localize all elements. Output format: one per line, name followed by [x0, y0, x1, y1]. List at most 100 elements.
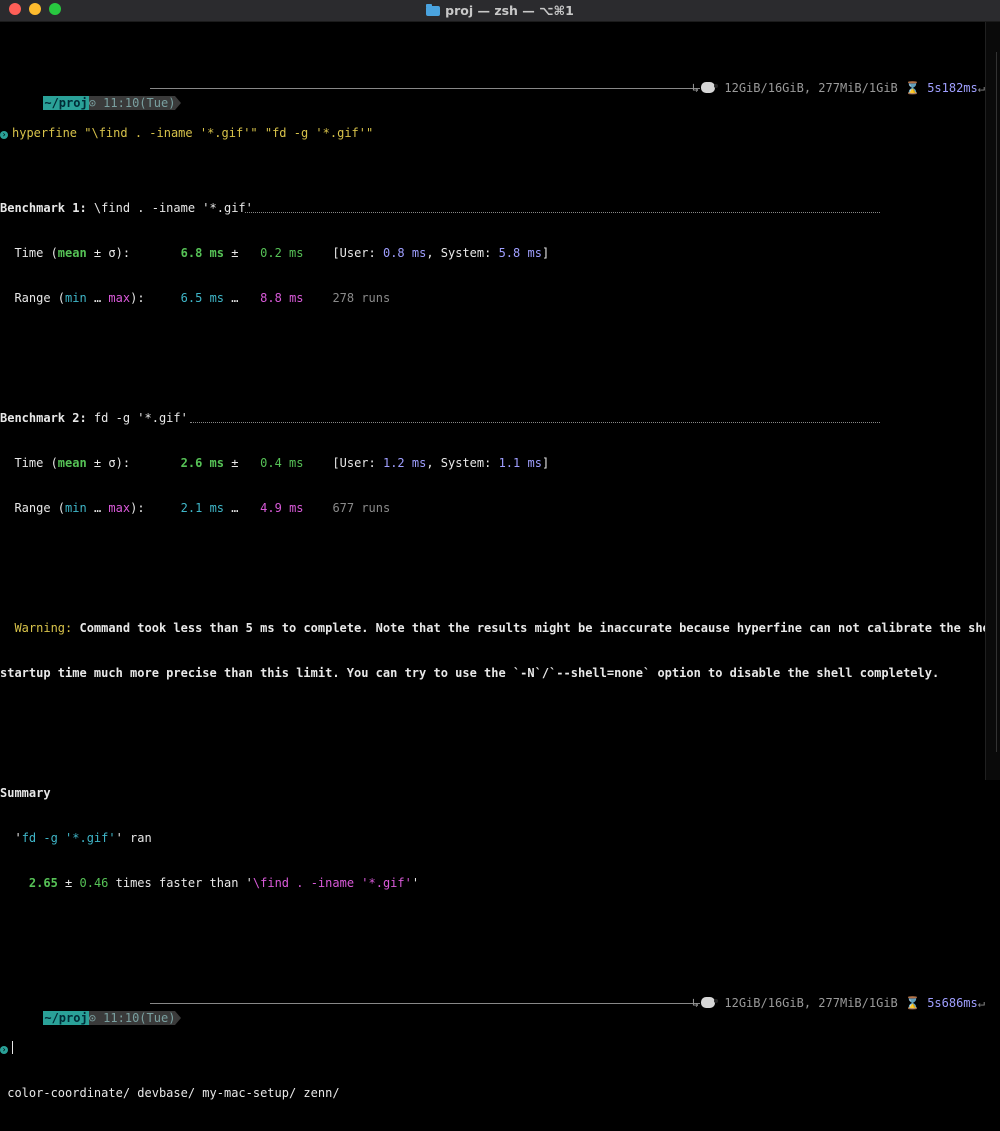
right-status: ↳ 12GiB/16GiB, 277MiB/1GiB ⌛ 5s182ms↵: [692, 81, 985, 96]
memory-status: 12GiB/16GiB, 277MiB/1GiB: [724, 81, 898, 95]
ellipsis: …: [86, 291, 109, 305]
range-dots: …: [224, 291, 246, 305]
benchmark-label: Benchmark 1:: [0, 201, 87, 215]
segment-arrow-icon: [175, 1011, 182, 1025]
range-min: 2.1 ms: [180, 501, 225, 515]
user-label: [User:: [332, 456, 383, 470]
hourglass-icon: ⌛: [905, 996, 920, 1010]
time-label: Time (: [0, 246, 58, 260]
bracket-close: ]: [541, 456, 550, 470]
title-bar: proj — zsh — ⌥⌘1: [0, 0, 1000, 22]
window-title-text: proj — zsh — ⌥⌘1: [445, 3, 574, 18]
elapsed-time: 5s182ms: [927, 81, 978, 95]
time-row: Time (mean ± σ): 2.6 ms ± 0.4 ms [User: …: [0, 456, 985, 471]
min-label: min: [65, 291, 87, 305]
prompt-line: ~/proj⊙ 11:10(Tue) ↳ 12GiB/16GiB, 277MiB…: [0, 81, 985, 110]
benchmark-command: fd -g '*.gif': [86, 411, 188, 425]
time-value: 6.8 ms: [180, 246, 224, 260]
benchmark-heading: Benchmark 2: fd -g '*.gif': [0, 411, 985, 426]
benchmark-command: \find . -iname '*.gif': [86, 201, 253, 215]
prompt-chevron-icon: ›: [0, 1045, 8, 1054]
dotted-rule: [245, 212, 880, 213]
quote-close: ': [411, 876, 420, 890]
folder-icon: [426, 4, 441, 16]
warning-line-2: startup time much more precise than this…: [0, 666, 985, 681]
cwd-segment: ~/proj: [43, 1011, 89, 1025]
scroll-thumb[interactable]: [989, 52, 997, 752]
return-icon: ↵: [977, 81, 985, 95]
mean-label: mean: [57, 246, 87, 260]
system-label: , System:: [426, 246, 499, 260]
sigma-label: ± σ):: [86, 246, 131, 260]
bracket-close: ]: [541, 246, 550, 260]
ratio-error: 0.46: [79, 876, 109, 890]
range-label: Range (: [0, 291, 66, 305]
input-line[interactable]: ›: [0, 1041, 985, 1056]
elapsed-time: 5s686ms: [927, 996, 978, 1010]
ran-label: ' ran: [115, 831, 152, 845]
range-max: 4.9 ms: [260, 501, 304, 515]
time-row: Time (mean ± σ): 6.8 ms ± 0.2 ms [User: …: [0, 246, 985, 261]
warning-line: Warning: Command took less than 5 ms to …: [0, 621, 1000, 636]
terminal-content[interactable]: ~/proj⊙ 11:10(Tue) ↳ 12GiB/16GiB, 277MiB…: [0, 36, 1000, 1131]
range-close: ):: [130, 291, 145, 305]
text-cursor: [12, 1041, 13, 1054]
range-row: Range (min … max): 2.1 ms … 4.9 ms 677 r…: [0, 501, 985, 516]
prompt-rule: [150, 1003, 700, 1004]
summary-heading: Summary: [0, 786, 51, 800]
prompt-rule: [150, 88, 700, 89]
slower-command: \find . -iname '*.gif': [252, 876, 412, 890]
time-sigma: 0.2 ms: [245, 246, 304, 260]
command-line: › hyperfine "\find . -iname '*.gif'" "fd …: [0, 126, 985, 141]
ls-output: color-coordinate/ devbase/ my-mac-setup/…: [0, 1086, 340, 1100]
sheep-icon: [701, 997, 719, 1008]
sigma-label: ± σ):: [86, 456, 131, 470]
max-label: max: [108, 501, 131, 515]
range-min: 6.5 ms: [180, 291, 225, 305]
ellipsis: …: [86, 501, 109, 515]
range-close: ):: [130, 501, 145, 515]
segment-arrow-icon: [175, 96, 182, 110]
faster-label: times faster than ': [108, 876, 253, 890]
fastest-command: fd -g '*.gif': [21, 831, 116, 845]
summary-ran-line: 'fd -g '*.gif'' ran: [0, 831, 985, 846]
return-icon: ↵: [977, 996, 985, 1010]
user-time: 0.8 ms: [382, 246, 427, 260]
runs-count: 278 runs: [332, 291, 391, 305]
benchmark-heading: Benchmark 1: \find . -iname '*.gif': [0, 201, 985, 216]
range-dots: …: [224, 501, 246, 515]
clock-segment: ⊙ 11:10(Tue): [88, 96, 176, 110]
time-label: Time (: [0, 456, 58, 470]
system-time: 5.8 ms: [498, 246, 542, 260]
memory-status: 12GiB/16GiB, 277MiB/1GiB: [724, 996, 898, 1010]
system-label: , System:: [426, 456, 499, 470]
runs-count: 677 runs: [332, 501, 391, 515]
summary-ratio-line: 2.65 ± 0.46 times faster than '\find . -…: [0, 876, 985, 891]
cwd-segment: ~/proj: [43, 96, 89, 110]
user-time: 1.2 ms: [382, 456, 427, 470]
quote-open: ': [0, 831, 22, 845]
plus-minus: ±: [224, 456, 246, 470]
warning-text: startup time much more precise than this…: [0, 666, 940, 680]
range-label: Range (: [0, 501, 66, 515]
clock-segment: ⊙ 11:10(Tue): [88, 1011, 176, 1025]
plus-minus: ±: [224, 246, 246, 260]
window-title: proj — zsh — ⌥⌘1: [0, 0, 1000, 22]
scrollbar[interactable]: [985, 22, 1000, 780]
dotted-rule: [190, 422, 880, 423]
warning-text: Command took less than 5 ms to complete.…: [72, 621, 1000, 635]
range-row: Range (min … max): 6.5 ms … 8.8 ms 278 r…: [0, 291, 985, 306]
user-label: [User:: [332, 246, 383, 260]
command-text: hyperfine "\find . -iname '*.gif'" "fd -…: [12, 126, 374, 140]
plus-minus: ±: [57, 876, 80, 890]
range-max: 8.8 ms: [260, 291, 304, 305]
right-status: ↳ 12GiB/16GiB, 277MiB/1GiB ⌛ 5s686ms↵: [692, 996, 985, 1011]
return-arrow-icon: ↳: [691, 81, 700, 95]
speed-ratio: 2.65: [28, 876, 58, 890]
min-label: min: [65, 501, 87, 515]
warning-label: Warning:: [0, 621, 73, 635]
sheep-icon: [701, 82, 719, 93]
